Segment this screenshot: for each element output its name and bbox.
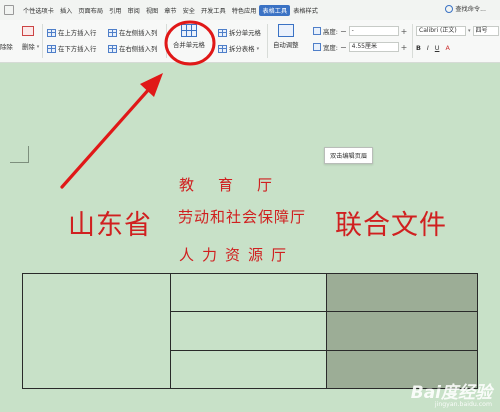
split-table-button[interactable]: 拆分表格 ▾ [218, 44, 259, 53]
selected-cell[interactable] [326, 272, 478, 313]
ribbon: 除除 删除 ▾ 在上方插入行 在下方插入行 在左侧插入列 在右侧插入列 合并单元… [0, 20, 500, 63]
table-cell[interactable] [22, 273, 171, 389]
tab-features[interactable]: 特色应用 [229, 6, 260, 15]
merge-cells-label: 合并单元格 [173, 41, 205, 49]
quick-access-icon[interactable] [4, 5, 14, 15]
page-margin-mark [10, 146, 29, 163]
table-row [22, 272, 478, 389]
search-icon [445, 4, 454, 13]
tab-security[interactable]: 安全 [180, 6, 198, 15]
tab-table-tools[interactable]: 表格工具 [259, 4, 291, 16]
command-search[interactable]: 查找命令... [445, 4, 486, 13]
tab-sections[interactable]: 章节 [161, 6, 179, 15]
auto-fit-button[interactable]: 自动调整 [273, 24, 299, 49]
insert-row-above-icon [47, 28, 56, 37]
ribbon-divider [412, 24, 413, 58]
selected-cell[interactable] [326, 311, 478, 351]
insert-row-below-label: 在下方插入行 [58, 45, 97, 53]
col-width-control: 宽度: − 4.55厘米 + [313, 42, 407, 52]
tab-view[interactable]: 视图 [143, 6, 161, 15]
underline-icon[interactable]: U [435, 44, 440, 52]
table-cell[interactable] [170, 349, 327, 390]
insert-row-above-button[interactable]: 在上方插入行 [47, 28, 96, 37]
width-decrease-button[interactable]: − [340, 43, 347, 52]
font-color-icon[interactable]: A [445, 44, 449, 52]
height-icon [313, 27, 321, 35]
insert-row-below-button[interactable]: 在下方插入行 [47, 44, 96, 53]
chevron-down-icon: ▾ [256, 45, 260, 52]
merge-cells-button[interactable]: 合并单元格 [173, 24, 205, 49]
insert-col-right-button[interactable]: 在右侧插入列 [108, 44, 157, 53]
search-label: 查找命令... [455, 6, 486, 13]
delete-label: 删除 [22, 43, 35, 51]
insert-col-right-label: 在右侧插入列 [119, 45, 158, 53]
width-icon [313, 43, 321, 51]
tab-table-style[interactable]: 表格样式 [290, 6, 321, 15]
insert-row-below-icon [47, 44, 56, 53]
table-cell[interactable] [170, 272, 327, 313]
bold-icon[interactable]: B [416, 44, 421, 52]
auto-fit-label: 自动调整 [273, 41, 299, 49]
tab-personal[interactable]: 个性选项卡 [20, 6, 57, 15]
font-controls: Calibri (正文) ▾ 四号 [416, 26, 499, 36]
font-size-select[interactable]: 四号 [472, 26, 499, 36]
org-line-hr: 人力资源厅 [179, 246, 295, 264]
chevron-down-icon: ▾ [468, 28, 471, 34]
insert-col-left-icon [108, 28, 117, 37]
delete-table-icon [22, 26, 34, 36]
ribbon-divider [166, 24, 167, 58]
font-name-select[interactable]: Calibri (正文) [416, 26, 466, 36]
insert-row-above-label: 在上方插入行 [58, 29, 97, 37]
merge-cells-icon [180, 24, 197, 37]
split-table-icon [218, 44, 227, 53]
insert-col-right-icon [108, 44, 117, 53]
italic-icon[interactable]: I [427, 44, 429, 52]
baidu-watermark: Bai度经验 jingyan.baidu.com [411, 378, 492, 408]
split-table-label: 拆分表格 [229, 45, 255, 53]
tab-developer[interactable]: 开发工具 [198, 6, 229, 15]
document-table [22, 272, 478, 390]
tab-page-layout[interactable]: 页面布局 [75, 6, 106, 15]
joint-document-title: 联合文件 [335, 210, 447, 241]
ribbon-divider [42, 24, 43, 58]
delete-icon-holder [22, 26, 34, 36]
height-decrease-button[interactable]: − [340, 27, 347, 36]
split-cells-button[interactable]: 拆分单元格 [218, 28, 261, 37]
menu-bar: 个性选项卡 插入 页面布局 引用 审阅 视图 章节 安全 开发工具 特色应用 表… [0, 0, 500, 21]
height-label: 高度: [323, 27, 338, 36]
tab-insert[interactable]: 插入 [57, 6, 75, 15]
delete-left-button[interactable]: 除除 [0, 42, 13, 51]
tab-review[interactable]: 审阅 [124, 6, 142, 15]
delete-left-label: 除除 [0, 43, 13, 51]
header-edit-tooltip: 双击编辑页眉 [324, 147, 374, 164]
row-height-control: 高度: − - + [313, 26, 407, 36]
table-cell[interactable] [170, 311, 327, 351]
split-cells-label: 拆分单元格 [229, 29, 261, 37]
tab-references[interactable]: 引用 [106, 6, 124, 15]
font-style-row: B I U A [416, 44, 450, 52]
height-increase-button[interactable]: + [401, 27, 408, 36]
chevron-down-icon: ▾ [36, 43, 40, 50]
ribbon-divider [267, 24, 268, 58]
width-field[interactable]: 4.55厘米 [348, 42, 399, 52]
insert-col-left-label: 在左侧插入列 [119, 29, 158, 37]
width-label: 宽度: [323, 43, 338, 52]
province-title: 山东省 [68, 210, 152, 241]
split-cells-icon [218, 28, 227, 37]
auto-fit-icon [277, 24, 294, 37]
pointer-arrow [60, 86, 152, 189]
delete-button[interactable]: 删除 ▾ [22, 42, 39, 51]
arrow-head [140, 73, 163, 97]
height-field[interactable]: - [348, 26, 399, 36]
width-increase-button[interactable]: + [401, 43, 408, 52]
org-line-labor: 劳动和社会保障厅 [178, 208, 307, 226]
org-line-education: 教育厅 [179, 176, 297, 194]
watermark-logo: Bai度经验 [410, 383, 492, 403]
insert-col-left-button[interactable]: 在左侧插入列 [108, 28, 157, 37]
